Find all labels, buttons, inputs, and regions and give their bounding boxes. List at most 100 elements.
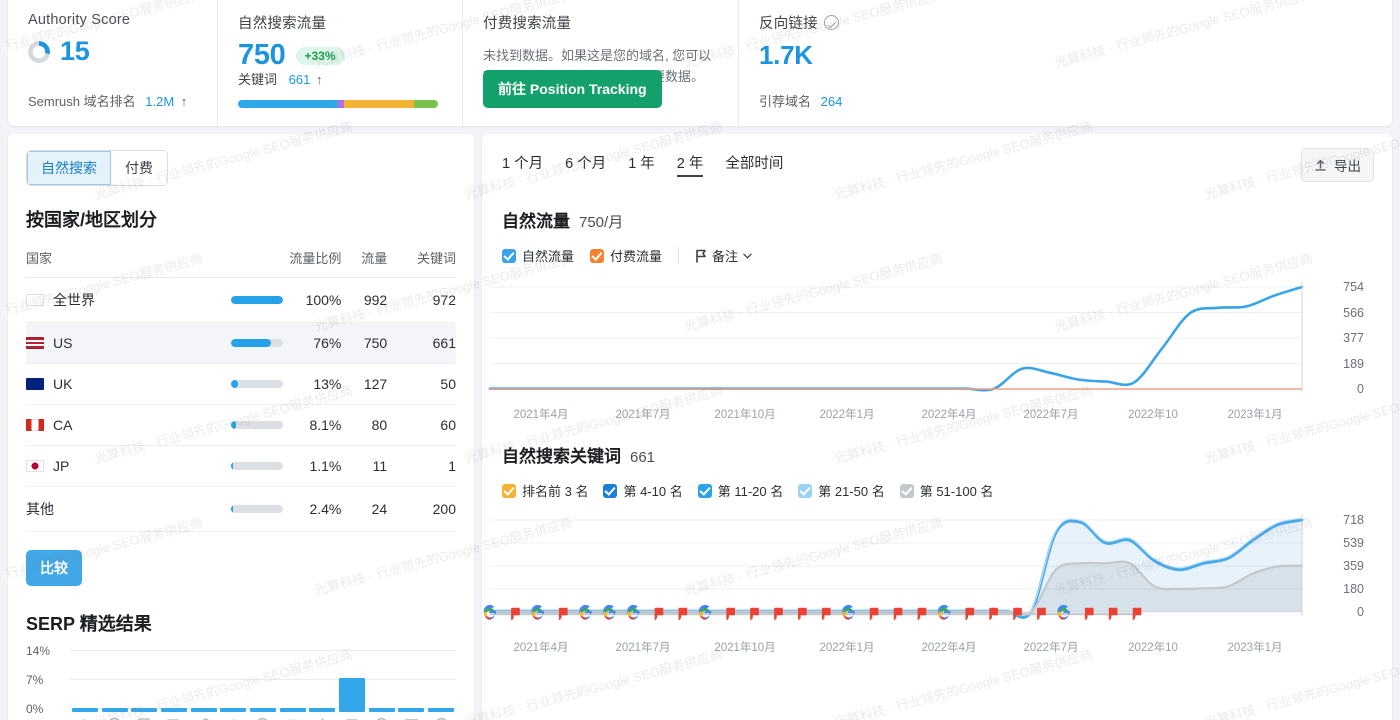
serp-bar-instant-answer[interactable] [369,708,395,712]
related-links-icon[interactable] [195,716,212,720]
note-flag-marker[interactable] [560,609,567,620]
export-button[interactable]: 导出 [1301,148,1374,182]
note-flag-marker[interactable] [871,609,878,620]
google-update-marker[interactable] [531,605,544,621]
table-row[interactable]: 其他2.4%24200 [26,487,456,532]
note-flag-marker[interactable] [895,609,902,620]
table-row[interactable]: 全世界100%992972 [26,278,456,323]
serp-bar-top-stories[interactable] [309,708,335,712]
note-flag-marker[interactable] [655,609,662,620]
keywords-legend-item-4[interactable]: 第 51-100 名 [900,481,994,500]
traffic-value: 992 [341,278,387,323]
checkbox-icon[interactable] [590,249,604,263]
video-carousel-icon[interactable] [284,716,301,720]
range-tab-2[interactable]: 1 年 [628,152,655,173]
site-links-icon[interactable] [136,716,153,720]
serp-bar-images[interactable] [339,678,365,712]
google-update-marker[interactable] [842,605,855,621]
note-flag-marker[interactable] [966,609,973,620]
serp-bar-people-also-ask[interactable] [428,708,454,712]
tab-organic[interactable]: 自然搜索 [27,151,111,185]
range-tab-0[interactable]: 1 个月 [502,152,543,173]
google-update-marker[interactable] [699,605,712,621]
traffic-value[interactable]: 750 [341,323,387,364]
note-flag-marker[interactable] [775,609,782,620]
traffic-value[interactable]: 127 [341,364,387,405]
video-icon[interactable] [254,716,271,720]
traffic-legend-items[interactable]: 自然流量付费流量 [502,246,662,265]
note-flag-marker[interactable] [990,609,997,620]
note-flag-marker[interactable] [1038,609,1045,620]
note-flag-marker[interactable] [679,609,686,620]
note-flag-marker[interactable] [751,609,758,620]
reviews-icon[interactable] [225,716,242,720]
checkbox-icon[interactable] [900,484,914,498]
checkbox-icon[interactable] [502,484,516,498]
tab-paid[interactable]: 付费 [111,151,167,185]
serp-bar-faq[interactable] [398,708,424,712]
serp-bar-site-links[interactable] [131,708,157,712]
table-row[interactable]: US76%750661 [26,323,456,364]
keywords-legend-item-3[interactable]: 第 21-50 名 [798,481,884,500]
table-row[interactable]: CA8.1%8060 [26,405,456,446]
serp-ytick-0: 14% [26,644,50,658]
note-flag-marker[interactable] [1134,609,1141,620]
traffic-legend-item-0[interactable]: 自然流量 [502,246,574,265]
note-flag-marker[interactable] [512,609,519,620]
people-also-ask-icon[interactable] [433,716,450,720]
serp-bar-local-pack[interactable] [102,708,128,712]
left-panel: 自然搜索付费 按国家/地区划分 国家流量比例流量关键词 全世界100%99297… [8,134,474,720]
keywords-value[interactable]: 661 [387,323,456,364]
table-row[interactable]: UK13%12750 [26,364,456,405]
serp-bar-video-carousel[interactable] [280,708,306,712]
note-flag-marker[interactable] [727,609,734,620]
featured-snippet-icon[interactable] [76,716,93,720]
checkbox-icon[interactable] [798,484,812,498]
range-tab-4[interactable]: 全部时间 [725,152,783,173]
serp-bar-image-pack[interactable] [161,708,187,712]
notes-toggle[interactable]: 备注 [695,246,752,265]
images-icon[interactable] [344,716,361,720]
serp-bar-featured-snippet[interactable] [72,708,98,712]
traffic-legend-item-1[interactable]: 付费流量 [590,246,662,265]
keywords-legend-item-1[interactable]: 第 4-10 名 [603,481,682,500]
table-row[interactable]: JP1.1%111 [26,446,456,487]
checkbox-icon[interactable] [502,249,516,263]
checkbox-icon[interactable] [698,484,712,498]
serp-bar-video[interactable] [250,708,276,712]
note-flag-marker[interactable] [1110,609,1117,620]
col-header-3: 关键词 [387,238,456,278]
serp-bar-related-links[interactable] [191,708,217,712]
keywords-legend-item-2[interactable]: 第 11-20 名 [698,481,784,500]
range-tab-3[interactable]: 2 年 [677,152,704,177]
keywords-value[interactable]: 1 [387,446,456,487]
traffic-value[interactable]: 11 [341,446,387,487]
note-flag-marker[interactable] [1086,609,1093,620]
keywords-value[interactable]: 60 [387,405,456,446]
google-update-marker[interactable] [603,605,616,621]
note-flag-marker[interactable] [799,609,806,620]
note-flag-marker[interactable] [823,609,830,620]
google-update-marker[interactable] [938,605,951,621]
google-update-marker[interactable] [627,605,640,621]
top-stories-icon[interactable] [314,716,331,720]
serp-bar-reviews[interactable] [220,708,246,712]
checkbox-icon[interactable] [603,484,617,498]
image-pack-icon[interactable] [165,716,182,720]
traffic-value[interactable]: 80 [341,405,387,446]
keywords-value[interactable]: 50 [387,364,456,405]
position-tracking-button[interactable]: 前往 Position Tracking [483,70,662,108]
instant-answer-icon[interactable] [373,716,390,720]
local-pack-icon[interactable] [106,716,123,720]
compare-button[interactable]: 比较 [26,550,82,586]
google-update-marker[interactable] [579,605,592,621]
keywords-legend-item-0[interactable]: 排名前 3 名 [502,481,588,500]
traffic-type-tabs[interactable]: 自然搜索付费 [26,150,168,186]
faq-icon[interactable] [403,716,420,720]
date-range-tabs[interactable]: 1 个月 6 个月 1 年 2 年全部时间 [482,152,1392,177]
note-flag-marker[interactable] [918,609,925,620]
keywords-legend-items[interactable]: 排名前 3 名第 4-10 名第 11-20 名第 21-50 名第 51-10… [502,481,993,500]
google-update-marker[interactable] [484,605,497,621]
traffic-share-cell: 2.4% [148,487,342,532]
range-tab-1[interactable]: 6 个月 [565,152,606,173]
